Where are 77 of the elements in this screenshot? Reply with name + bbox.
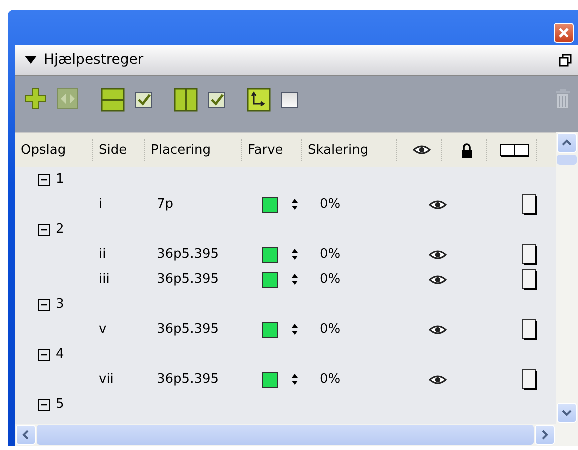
checkbox[interactable] bbox=[281, 92, 298, 108]
stepper-icon[interactable] bbox=[291, 373, 299, 386]
scale-cell-text: 0% bbox=[319, 197, 342, 212]
color-swatch[interactable] bbox=[262, 272, 278, 288]
color-swatch[interactable] bbox=[262, 246, 278, 262]
rotate-arrows-icon[interactable] bbox=[247, 88, 271, 112]
page-cell-text: iii bbox=[98, 272, 111, 287]
page-icon[interactable] bbox=[522, 318, 538, 340]
collapse-icon[interactable] bbox=[38, 298, 50, 310]
column-header[interactable]: Side bbox=[93, 139, 145, 161]
scale-cell-text: 0% bbox=[319, 247, 342, 262]
pages-icon[interactable] bbox=[500, 144, 530, 156]
panel-menu-icon[interactable] bbox=[559, 54, 572, 66]
page-icon[interactable] bbox=[522, 244, 538, 266]
scale-cell-text: 0% bbox=[319, 272, 342, 287]
position-cell-text: 36p5.395 bbox=[156, 322, 220, 337]
panel-title: Hjælpestreger bbox=[44, 52, 144, 68]
page-cell-text: i bbox=[98, 197, 104, 212]
scroll-up-button[interactable] bbox=[557, 133, 577, 153]
spread-number: 3 bbox=[56, 297, 64, 312]
eye-icon[interactable] bbox=[428, 248, 446, 260]
spread-number: 4 bbox=[56, 347, 64, 362]
caret-left-icon bbox=[22, 430, 30, 440]
collapse-icon[interactable] bbox=[38, 174, 50, 186]
color-swatch[interactable] bbox=[262, 322, 278, 338]
column-header[interactable]: Skalering bbox=[302, 139, 397, 161]
scroll-down-button[interactable] bbox=[557, 403, 577, 423]
checkbox[interactable] bbox=[135, 92, 152, 108]
horizontal-scrollbar[interactable] bbox=[15, 424, 556, 446]
scale-cell-text: 0% bbox=[319, 322, 342, 337]
eye-icon[interactable] bbox=[413, 144, 431, 156]
page-icon[interactable] bbox=[522, 268, 538, 290]
color-swatch[interactable] bbox=[262, 196, 278, 212]
caret-down-icon bbox=[562, 409, 572, 417]
close-icon bbox=[558, 26, 570, 38]
collapse-icon[interactable] bbox=[38, 398, 50, 410]
close-button[interactable] bbox=[554, 22, 574, 42]
color-swatch[interactable] bbox=[262, 372, 278, 388]
position-cell-text: 36p5.395 bbox=[156, 372, 220, 387]
page-icon[interactable] bbox=[522, 194, 538, 216]
lock-icon[interactable] bbox=[461, 142, 473, 158]
checkbox[interactable] bbox=[208, 92, 225, 108]
add-icon[interactable] bbox=[25, 88, 47, 110]
eye-icon[interactable] bbox=[428, 324, 446, 336]
vertical-scrollbar[interactable] bbox=[556, 132, 578, 424]
eye-icon[interactable] bbox=[428, 198, 446, 210]
collapse-icon[interactable] bbox=[38, 224, 50, 236]
page-cell-text: vii bbox=[98, 372, 115, 387]
stepper-icon[interactable] bbox=[291, 323, 299, 336]
position-cell-text: 36p5.395 bbox=[156, 272, 220, 287]
page-icon[interactable] bbox=[522, 368, 538, 390]
column-header[interactable]: Placering bbox=[145, 139, 242, 161]
vertical-split-icon[interactable] bbox=[174, 88, 198, 112]
scale-cell-text: 0% bbox=[319, 372, 342, 387]
column-header[interactable]: Opslag bbox=[15, 139, 93, 161]
spread-number: 1 bbox=[56, 172, 64, 187]
scroll-thumb[interactable] bbox=[37, 425, 534, 445]
page-cell-text: v bbox=[98, 322, 108, 337]
scroll-right-button[interactable] bbox=[535, 425, 555, 445]
position-cell-text: 7p bbox=[156, 197, 175, 212]
scroll-thumb[interactable] bbox=[557, 155, 577, 165]
stepper-icon[interactable] bbox=[291, 248, 299, 261]
page-cell-text: ii bbox=[98, 247, 108, 262]
caret-right-icon bbox=[541, 430, 549, 440]
eye-icon[interactable] bbox=[428, 374, 446, 386]
stepper-icon[interactable] bbox=[291, 198, 299, 211]
collapse-triangle-icon[interactable] bbox=[25, 55, 37, 65]
scroll-left-button[interactable] bbox=[16, 425, 36, 445]
column-header[interactable]: Farve bbox=[242, 139, 302, 161]
spread-number: 5 bbox=[56, 397, 64, 412]
stepper-icon[interactable] bbox=[291, 273, 299, 286]
collapse-icon[interactable] bbox=[38, 348, 50, 360]
position-cell-text: 36p5.395 bbox=[156, 247, 220, 262]
caret-up-icon bbox=[562, 139, 572, 147]
spread-number: 2 bbox=[56, 222, 64, 237]
horizontal-split-icon[interactable] bbox=[101, 88, 125, 112]
eye-icon[interactable] bbox=[428, 274, 446, 286]
